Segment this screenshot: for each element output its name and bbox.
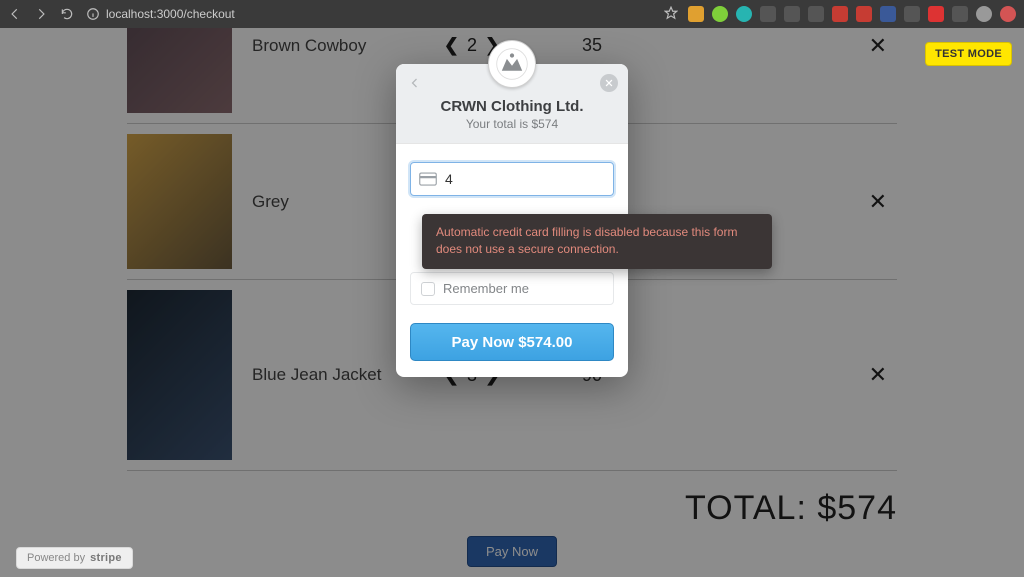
extension-icon[interactable] [736, 6, 752, 22]
bookmark-star-icon[interactable] [664, 6, 680, 22]
nav-reload-button[interactable] [60, 7, 74, 21]
address-bar[interactable]: localhost:3000/checkout [86, 7, 652, 21]
browser-extensions [664, 6, 1016, 22]
remember-me-checkbox[interactable] [421, 282, 435, 296]
nav-forward-button[interactable] [34, 7, 48, 21]
crown-icon [495, 47, 529, 81]
facebook-icon[interactable] [880, 6, 896, 22]
abp-icon[interactable] [928, 6, 944, 22]
modal-back-button[interactable] [406, 74, 424, 92]
pay-submit-button[interactable]: Pay Now $574.00 [410, 323, 614, 361]
extension-icon[interactable] [784, 6, 800, 22]
powered-prefix: Powered by [27, 552, 85, 564]
page-viewport: Brown Cowboy ❮ 2 ❯ 35 ✕ Grey ✕ Blue Jean… [0, 28, 1024, 577]
card-number-field[interactable] [410, 162, 614, 196]
browser-toolbar: localhost:3000/checkout [0, 0, 1024, 28]
modal-close-button[interactable] [600, 74, 618, 92]
extension-icon[interactable] [808, 6, 824, 22]
info-icon [86, 7, 100, 21]
modal-subtitle: Your total is $574 [408, 117, 616, 131]
card-number-input[interactable] [443, 170, 628, 188]
extension-icon[interactable] [688, 6, 704, 22]
profile-avatar-icon[interactable] [976, 6, 992, 22]
remember-me-row[interactable]: Remember me [410, 272, 614, 305]
remember-me-label: Remember me [443, 281, 529, 296]
extension-icon[interactable] [952, 6, 968, 22]
extension-icon[interactable] [832, 6, 848, 22]
merchant-name: CRWN Clothing Ltd. [408, 98, 616, 115]
credit-card-icon [419, 172, 437, 186]
stripe-wordmark: stripe [90, 552, 122, 564]
extension-icon[interactable] [904, 6, 920, 22]
merchant-logo [488, 40, 536, 88]
pocket-icon[interactable] [760, 6, 776, 22]
autofill-warning-tooltip: Automatic credit card filling is disable… [422, 214, 772, 269]
extension-icon[interactable] [856, 6, 872, 22]
address-url: localhost:3000/checkout [106, 7, 235, 21]
test-mode-badge: TEST MODE [925, 42, 1012, 66]
modal-header: CRWN Clothing Ltd. Your total is $574 [396, 64, 628, 144]
extension-icon[interactable] [1000, 6, 1016, 22]
powered-by-stripe-badge[interactable]: Powered by stripe [16, 547, 133, 569]
nav-back-button[interactable] [8, 7, 22, 21]
extension-icon[interactable] [712, 6, 728, 22]
